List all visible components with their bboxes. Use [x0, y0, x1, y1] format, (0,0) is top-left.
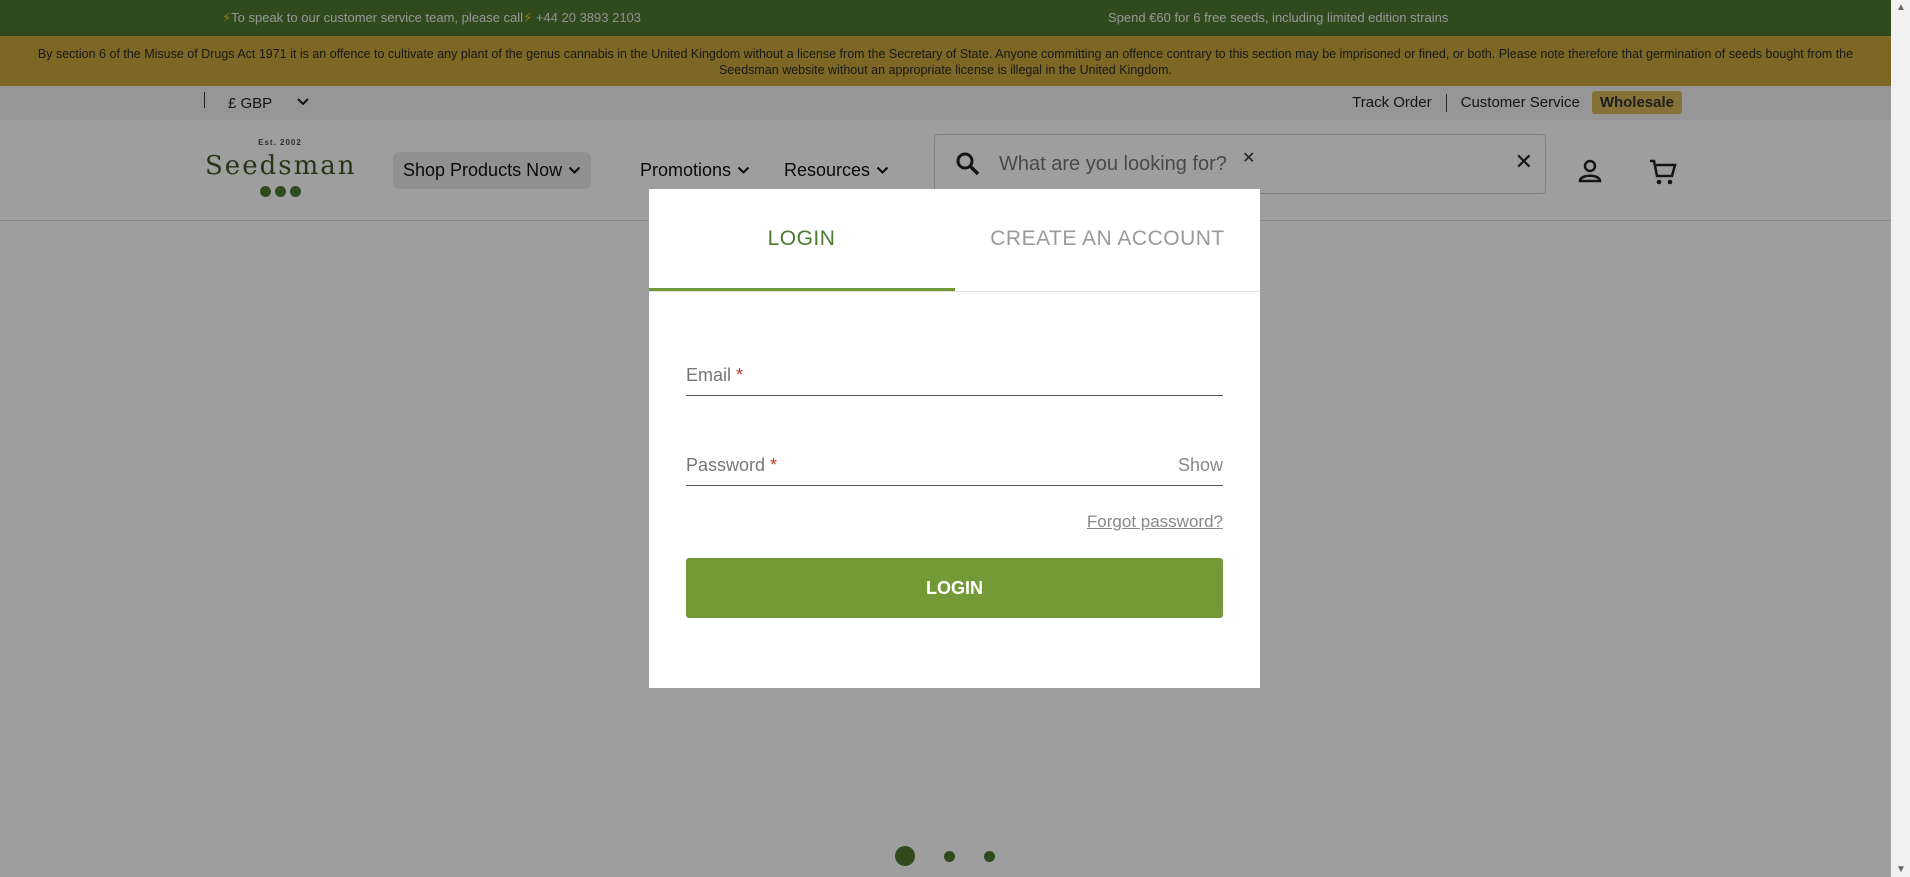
tab-create-account[interactable]: CREATE AN ACCOUNT [955, 227, 1260, 251]
scroll-up-icon[interactable]: ▲ [1896, 2, 1906, 13]
email-field[interactable]: Email * [686, 353, 1223, 396]
password-field[interactable]: Password * Show [686, 443, 1223, 486]
password-label: Password * [686, 455, 778, 475]
modal-tabs: LOGIN CREATE AN ACCOUNT [649, 189, 1260, 292]
close-icon[interactable]: ✕ [1242, 148, 1255, 168]
email-label: Email * [686, 365, 744, 385]
login-modal: LOGIN CREATE AN ACCOUNT Email * Password… [649, 189, 1260, 688]
scrollbar[interactable]: ▲ ▼ [1891, 0, 1910, 877]
tab-login[interactable]: LOGIN [649, 227, 954, 251]
show-password-toggle[interactable]: Show [1178, 455, 1223, 476]
scroll-down-icon[interactable]: ▼ [1896, 864, 1906, 875]
login-button[interactable]: LOGIN [686, 558, 1223, 618]
forgot-password-link[interactable]: Forgot password? [1087, 512, 1223, 532]
active-tab-indicator [649, 288, 955, 291]
